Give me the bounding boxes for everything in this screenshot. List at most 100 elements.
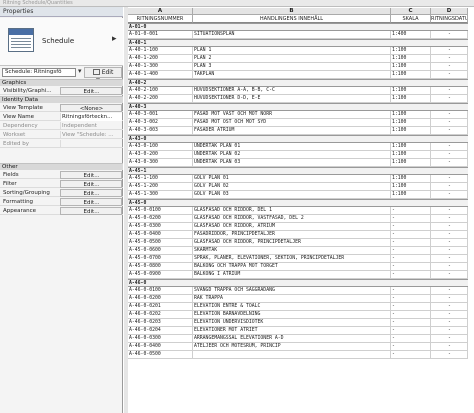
cell-ritningsdatum[interactable]: - — [431, 119, 468, 126]
table-row[interactable]: A-40-3-003 FASADER ATRIUM 1:100- — [128, 127, 468, 135]
cell-skala[interactable]: - — [391, 343, 431, 350]
table-row[interactable]: A-40-1-400 TAKPLAN 1:100- — [128, 71, 468, 79]
cell-ritningsnummer[interactable]: A-45-0-0900 — [128, 271, 193, 278]
cell-ritningsnummer[interactable]: A-40-2-200 — [128, 95, 193, 102]
view-name-field[interactable]: Ritningsförteckn... — [60, 113, 122, 121]
table-row[interactable]: A-40-1-200 PLAN 2 1:100- — [128, 55, 468, 63]
cell-ritningsdatum[interactable]: - — [431, 287, 468, 294]
cell-ritningsdatum[interactable]: - — [431, 71, 468, 78]
cell-innehall[interactable]: HUVUDSEKTIONER A-A, B-B, C-C — [193, 87, 391, 94]
cell-ritningsdatum[interactable]: - — [431, 207, 468, 214]
cell-skala[interactable]: 1:100 — [391, 143, 431, 150]
group-header-row[interactable]: A-45-0 — [128, 199, 468, 207]
cell-skala[interactable]: - — [391, 287, 431, 294]
cell-skala[interactable]: 1:100 — [391, 95, 431, 102]
column-letter-c[interactable]: C — [391, 8, 431, 15]
cell-ritningsdatum[interactable]: - — [431, 95, 468, 102]
cell-innehall[interactable]: FASAD MOT ÖST OCH MOT SYD — [193, 119, 391, 126]
cell-skala[interactable]: - — [391, 319, 431, 326]
cell-ritningsdatum[interactable]: - — [431, 263, 468, 270]
cell-skala[interactable]: 1:100 — [391, 191, 431, 198]
filter-edit-button[interactable]: Edit... — [60, 180, 122, 188]
fields-edit-button[interactable]: Edit... — [60, 171, 122, 179]
group-header-row[interactable]: A-43-0 — [128, 135, 468, 143]
cell-innehall[interactable]: ATELJÉER OCH MÖTESRUM, PRINCIP — [193, 343, 391, 350]
cell-skala[interactable]: - — [391, 223, 431, 230]
cell-ritningsdatum[interactable]: - — [431, 159, 468, 166]
cell-ritningsdatum[interactable]: - — [431, 183, 468, 190]
table-row[interactable]: A-40-1-100 PLAN 1 1:100- — [128, 47, 468, 55]
cell-innehall[interactable]: SITUATIONSPLAN — [193, 31, 391, 38]
category-graphics[interactable]: Graphics — [0, 79, 123, 86]
cell-ritningsnummer[interactable]: A-45-0-0200 — [128, 215, 193, 222]
cell-innehall[interactable]: SKÄRMTAK — [193, 247, 391, 254]
group-header-row[interactable]: A-40-1 — [128, 39, 468, 47]
cell-ritningsdatum[interactable]: - — [431, 335, 468, 342]
cell-skala[interactable]: 1:100 — [391, 87, 431, 94]
cell-innehall[interactable]: PLAN 3 — [193, 63, 391, 70]
cell-ritningsnummer[interactable]: A-40-1-300 — [128, 63, 193, 70]
cell-ritningsdatum[interactable]: - — [431, 151, 468, 158]
cell-ritningsdatum[interactable]: - — [431, 87, 468, 94]
cell-ritningsdatum[interactable]: - — [431, 223, 468, 230]
cell-ritningsdatum[interactable]: - — [431, 351, 468, 358]
column-letter-b[interactable]: B — [193, 8, 391, 15]
cell-ritningsdatum[interactable]: - — [431, 31, 468, 38]
cell-innehall[interactable]: GLASFASAD OCH RIDDOR, DEL 1 — [193, 207, 391, 214]
cell-skala[interactable]: - — [391, 215, 431, 222]
cell-innehall[interactable]: GOLV PLAN 01 — [193, 175, 391, 182]
category-other[interactable]: Other — [0, 163, 123, 170]
cell-ritningsnummer[interactable]: A-45-0-0800 — [128, 263, 193, 270]
table-row[interactable]: A-46-0-0204 ELEVATIONER MOT ATRIET - - — [128, 327, 468, 335]
cell-skala[interactable]: - — [391, 335, 431, 342]
cell-ritningsdatum[interactable]: - — [431, 239, 468, 246]
table-row[interactable]: A-45-0-0800 BALKONG OCH TRAPPA MOT TORGET… — [128, 263, 468, 271]
table-row[interactable]: A-43-0-300 UNDERTAK PLAN 03 1:100- — [128, 159, 468, 167]
cell-ritningsdatum[interactable]: - — [431, 175, 468, 182]
cell-skala[interactable]: 1:100 — [391, 71, 431, 78]
cell-ritningsdatum[interactable]: - — [431, 319, 468, 326]
cell-ritningsdatum[interactable]: - — [431, 127, 468, 134]
table-row[interactable]: A-45-1-100 GOLV PLAN 01 1:100- — [128, 175, 468, 183]
visibility-edit-button[interactable]: Edit... — [60, 87, 122, 95]
cell-innehall[interactable]: SVÄNGD TRAPPA OCH SAGGRADÄNG — [193, 287, 391, 294]
cell-ritningsnummer[interactable]: A-46-0-0300 — [128, 335, 193, 342]
cell-skala[interactable]: - — [391, 247, 431, 254]
cell-ritningsnummer[interactable]: A-40-1-200 — [128, 55, 193, 62]
formatting-edit-button[interactable]: Edit... — [60, 198, 122, 206]
chevron-down-icon[interactable]: ▾ — [78, 67, 82, 75]
group-header-row[interactable]: A-40-3 — [128, 103, 468, 111]
cell-ritningsnummer[interactable]: A-46-0-0203 — [128, 319, 193, 326]
table-row[interactable]: A-45-0-0200 GLASFASAD OCH RIDDOR, VÄSTFAS… — [128, 215, 468, 223]
table-row[interactable]: A-40-2-200 HUVUDSEKTIONER D-D, E-E 1:100- — [128, 95, 468, 103]
group-header-row[interactable]: A-40-2 — [128, 79, 468, 87]
cell-innehall[interactable]: GLASFASAD OCH RIDDOR, PRINCIPDETALJER — [193, 239, 391, 246]
cell-skala[interactable]: 1:100 — [391, 119, 431, 126]
cell-innehall[interactable]: FASAD MOT VÄST OCH MOT NORR — [193, 111, 391, 118]
table-row[interactable]: A-46-0-0300 ARRANGEMANGSSAL ELEVATIONER A… — [128, 335, 468, 343]
cell-ritningsnummer[interactable]: A-43-0-200 — [128, 151, 193, 158]
table-row[interactable]: A-46-0-0202 ELEVATION BARNAVDELNING - - — [128, 311, 468, 319]
cell-innehall[interactable]: UNDERTAK PLAN 01 — [193, 143, 391, 150]
cell-skala[interactable]: 1:100 — [391, 175, 431, 182]
cell-skala[interactable]: - — [391, 207, 431, 214]
cell-ritningsdatum[interactable]: - — [431, 231, 468, 238]
cell-ritningsnummer[interactable]: A-45-1-100 — [128, 175, 193, 182]
cell-ritningsnummer[interactable]: A-40-1-400 — [128, 71, 193, 78]
cell-ritningsdatum[interactable]: - — [431, 143, 468, 150]
cell-innehall[interactable] — [193, 351, 391, 358]
table-row[interactable]: A-43-0-200 UNDERTAK PLAN 02 1:100- — [128, 151, 468, 159]
cell-innehall[interactable]: TAKPLAN — [193, 71, 391, 78]
view-template-button[interactable]: <None> — [60, 104, 122, 112]
table-row[interactable]: A-45-0-0500 GLASFASAD OCH RIDDOR, PRINCIP… — [128, 239, 468, 247]
cell-innehall[interactable]: ELEVATION BARNAVDELNING — [193, 311, 391, 318]
cell-ritningsdatum[interactable]: - — [431, 47, 468, 54]
cell-skala[interactable]: - — [391, 295, 431, 302]
cell-skala[interactable]: 1:100 — [391, 151, 431, 158]
table-row[interactable]: A-43-0-100 UNDERTAK PLAN 01 1:100- — [128, 143, 468, 151]
cell-innehall[interactable]: GOLV PLAN 02 — [193, 183, 391, 190]
cell-innehall[interactable]: HUVUDSEKTIONER D-D, E-E — [193, 95, 391, 102]
header-ritningsnummer[interactable]: RITNINGSNUMMER — [128, 15, 193, 23]
type-selector-dropdown[interactable]: Schedule: Ritningsfö — [2, 68, 76, 77]
cell-ritningsdatum[interactable]: - — [431, 343, 468, 350]
